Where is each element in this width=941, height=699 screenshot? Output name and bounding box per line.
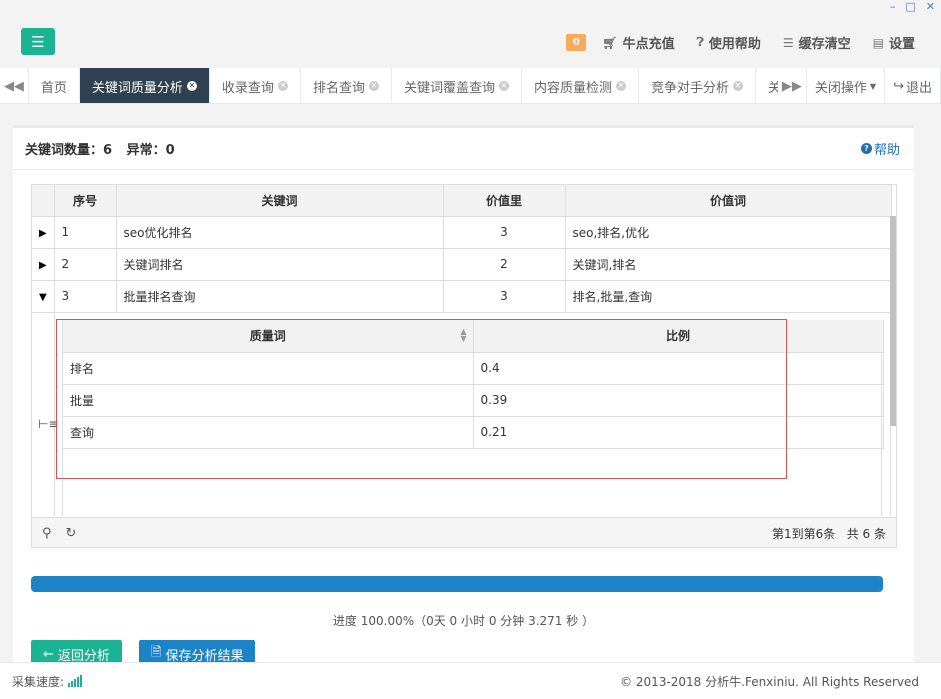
expand-row-icon[interactable]: ▶ <box>39 260 47 271</box>
tab-controls: ▶▶ 关闭操作 ▼ ↪ 退出 <box>778 68 941 104</box>
help-link[interactable]: ❓︎ 使用帮助 <box>697 33 761 52</box>
quality-word-table: 质量词 ▲ ▼ 比例 排名 0.4 批量 0.39 查询 0.21 <box>63 320 884 449</box>
table-row[interactable]: ▶ 2 关键词排名 2 关键词,排名 <box>32 248 892 281</box>
panel-help-link[interactable]: ? 帮助 <box>860 139 900 158</box>
tab-scroll-left-button[interactable]: ◀◀ <box>0 68 29 104</box>
analysis-panel: 关键词数量：6 异常：0 ? 帮助 序号 关键词 价值里 价值词 ▶ 1 seo… <box>13 125 914 668</box>
tab-home[interactable]: 首页 <box>29 68 80 103</box>
tab-close-icon[interactable]: ✕ <box>615 81 626 91</box>
tab-strip: 首页 关键词质量分析 ✕ 收录查询 ✕ 排名查询 ✕ 关键词覆盖查询 ✕ 内容质量检测 ✕… <box>29 68 778 103</box>
expand-row-icon[interactable]: ▶ <box>39 228 47 239</box>
forward-icon: ▶▶ <box>781 78 802 94</box>
hamburger-icon: ☰ <box>31 32 45 51</box>
table-row[interactable]: ▼ 3 批量排名查询 3 排名,批量,查询 <box>32 280 892 313</box>
collapse-row-icon[interactable]: ▼ <box>39 292 47 303</box>
top-actions: 0 🛒︎ 牛点充值 ❓︎ 使用帮助 ☰ 缓存清空 ▤ 设置 <box>566 33 915 52</box>
close-operations-dropdown[interactable]: 关闭操作 ▼ <box>807 68 886 104</box>
tab-keyword-more[interactable]: 关键词 <box>756 68 778 103</box>
sort-icon[interactable]: ▲ ▼ <box>460 328 466 343</box>
grid-scrollbar[interactable] <box>890 216 896 426</box>
search-icon[interactable]: ⚲ <box>42 526 52 541</box>
tab-close-icon[interactable]: ✕ <box>498 81 509 91</box>
pager-info: 第1到第6条 共 6 条 <box>772 526 886 541</box>
status-footer: 采集速度: © 2013-2018 分析牛.Fenxiniu. All Righ… <box>0 662 941 699</box>
tab-close-icon[interactable]: ✕ <box>733 81 743 91</box>
tab-scroll-right-button[interactable]: ▶▶ <box>778 68 807 104</box>
top-bar: ☰ 0 🛒︎ 牛点充值 ❓︎ 使用帮助 ☰ 缓存清空 ▤ 设置 <box>0 14 941 68</box>
expander-header <box>32 185 55 217</box>
keyword-table: 序号 关键词 价值里 价值词 ▶ 1 seo优化排名 3 seo,排名,优化 ▶… <box>32 185 892 313</box>
help-circle-icon: ? <box>860 143 872 154</box>
question-icon: ❓︎ <box>696 35 704 49</box>
panel-header: 关键词数量：6 异常：0 ? 帮助 <box>13 128 914 170</box>
sub-grid-icon: ⊢≡ <box>38 417 59 431</box>
tab-rank-query[interactable]: 排名查询 ✕ <box>301 68 392 103</box>
minimize-icon[interactable]: – <box>890 0 896 14</box>
refresh-icon[interactable]: ↻ <box>66 526 77 541</box>
tab-close-icon[interactable]: ✕ <box>186 81 197 91</box>
settings-link[interactable]: ▤ 设置 <box>872 33 915 53</box>
table-row[interactable]: ▶ 1 seo优化排名 3 seo,排名,优化 <box>32 216 892 249</box>
settings-list-icon: ▤ <box>872 35 884 50</box>
quality-word-subgrid: 质量词 ▲ ▼ 比例 排名 0.4 批量 0.39 查询 0.21 <box>62 320 884 516</box>
progress-text: 进度 100.00%（0天 0 小时 0 分钟 3.271 秒 ） <box>332 614 595 628</box>
collect-speed: 采集速度: <box>12 673 83 690</box>
arrow-left-icon: ← <box>43 646 54 662</box>
abnormal-count: 异常：0 <box>126 143 175 158</box>
column-header-value-words[interactable]: 价值词 <box>565 185 892 217</box>
tab-content-quality[interactable]: 内容质量检测 ✕ <box>522 68 639 103</box>
window-controls: – □ ✕ <box>890 0 935 14</box>
tab-index-query[interactable]: 收录查询 ✕ <box>210 68 301 103</box>
tab-close-icon[interactable]: ✕ <box>368 81 379 91</box>
grid-pager: ⚲ ↻ 第1到第6条 共 6 条 <box>32 517 896 547</box>
maximize-icon[interactable]: □ <box>905 0 915 14</box>
signal-bars-icon <box>68 675 83 687</box>
progress-fill <box>31 576 883 592</box>
column-header-ratio[interactable]: 比例 <box>473 320 884 353</box>
sub-table-row[interactable]: 查询 0.21 <box>63 416 884 449</box>
tab-competitor-analysis[interactable]: 竞争对手分析 ✕ <box>639 68 756 103</box>
keyword-grid: 序号 关键词 价值里 价值词 ▶ 1 seo优化排名 3 seo,排名,优化 ▶… <box>31 184 897 548</box>
tab-bar: ◀◀ 首页 关键词质量分析 ✕ 收录查询 ✕ 排名查询 ✕ 关键词覆盖查询 ✕ 内容质量… <box>0 68 941 104</box>
caret-down-icon: ▼ <box>869 81 877 91</box>
keyword-count: 关键词数量：6 <box>25 143 113 158</box>
recharge-link[interactable]: 🛒︎ 牛点充值 <box>602 33 674 53</box>
analysis-progress-bar <box>31 576 883 592</box>
database-icon: ☰ <box>782 35 794 50</box>
cart-icon: 🛒︎ <box>602 35 618 50</box>
tab-keyword-quality[interactable]: 关键词质量分析 ✕ <box>79 68 210 103</box>
pager-tools: ⚲ ↻ <box>42 526 76 541</box>
close-icon[interactable]: ✕ <box>926 0 935 14</box>
row-detail: ⊢≡ 质量词 ▲ ▼ 比例 排名 0.4 批量 0.39 查询 0.21 <box>32 312 891 516</box>
points-badge: 0 <box>566 34 587 51</box>
menu-toggle-button[interactable]: ☰ <box>21 28 55 55</box>
sign-out-icon: ↪ <box>893 78 904 94</box>
summary-stats: 关键词数量：6 异常：0 <box>25 139 185 158</box>
tab-keyword-coverage[interactable]: 关键词覆盖查询 ✕ <box>392 68 522 103</box>
column-header-index[interactable]: 序号 <box>54 185 117 217</box>
copyright: © 2013-2018 分析牛.Fenxiniu. All Rights Res… <box>620 674 919 689</box>
sub-table-row[interactable]: 批量 0.39 <box>63 384 884 417</box>
backward-icon: ◀◀ <box>3 78 24 94</box>
sub-header-row: 质量词 ▲ ▼ 比例 <box>63 320 884 353</box>
column-header-keyword[interactable]: 关键词 <box>116 185 444 217</box>
logout-button[interactable]: ↪ 退出 <box>885 68 941 104</box>
sub-table-row[interactable]: 排名 0.4 <box>63 352 884 385</box>
clear-cache-link[interactable]: ☰ 缓存清空 <box>782 33 851 53</box>
column-header-value[interactable]: 价值里 <box>443 185 566 217</box>
column-header-quality-word[interactable]: 质量词 ▲ ▼ <box>63 320 474 353</box>
table-header-row: 序号 关键词 价值里 价值词 <box>32 185 892 217</box>
tab-close-icon[interactable]: ✕ <box>277 81 288 91</box>
